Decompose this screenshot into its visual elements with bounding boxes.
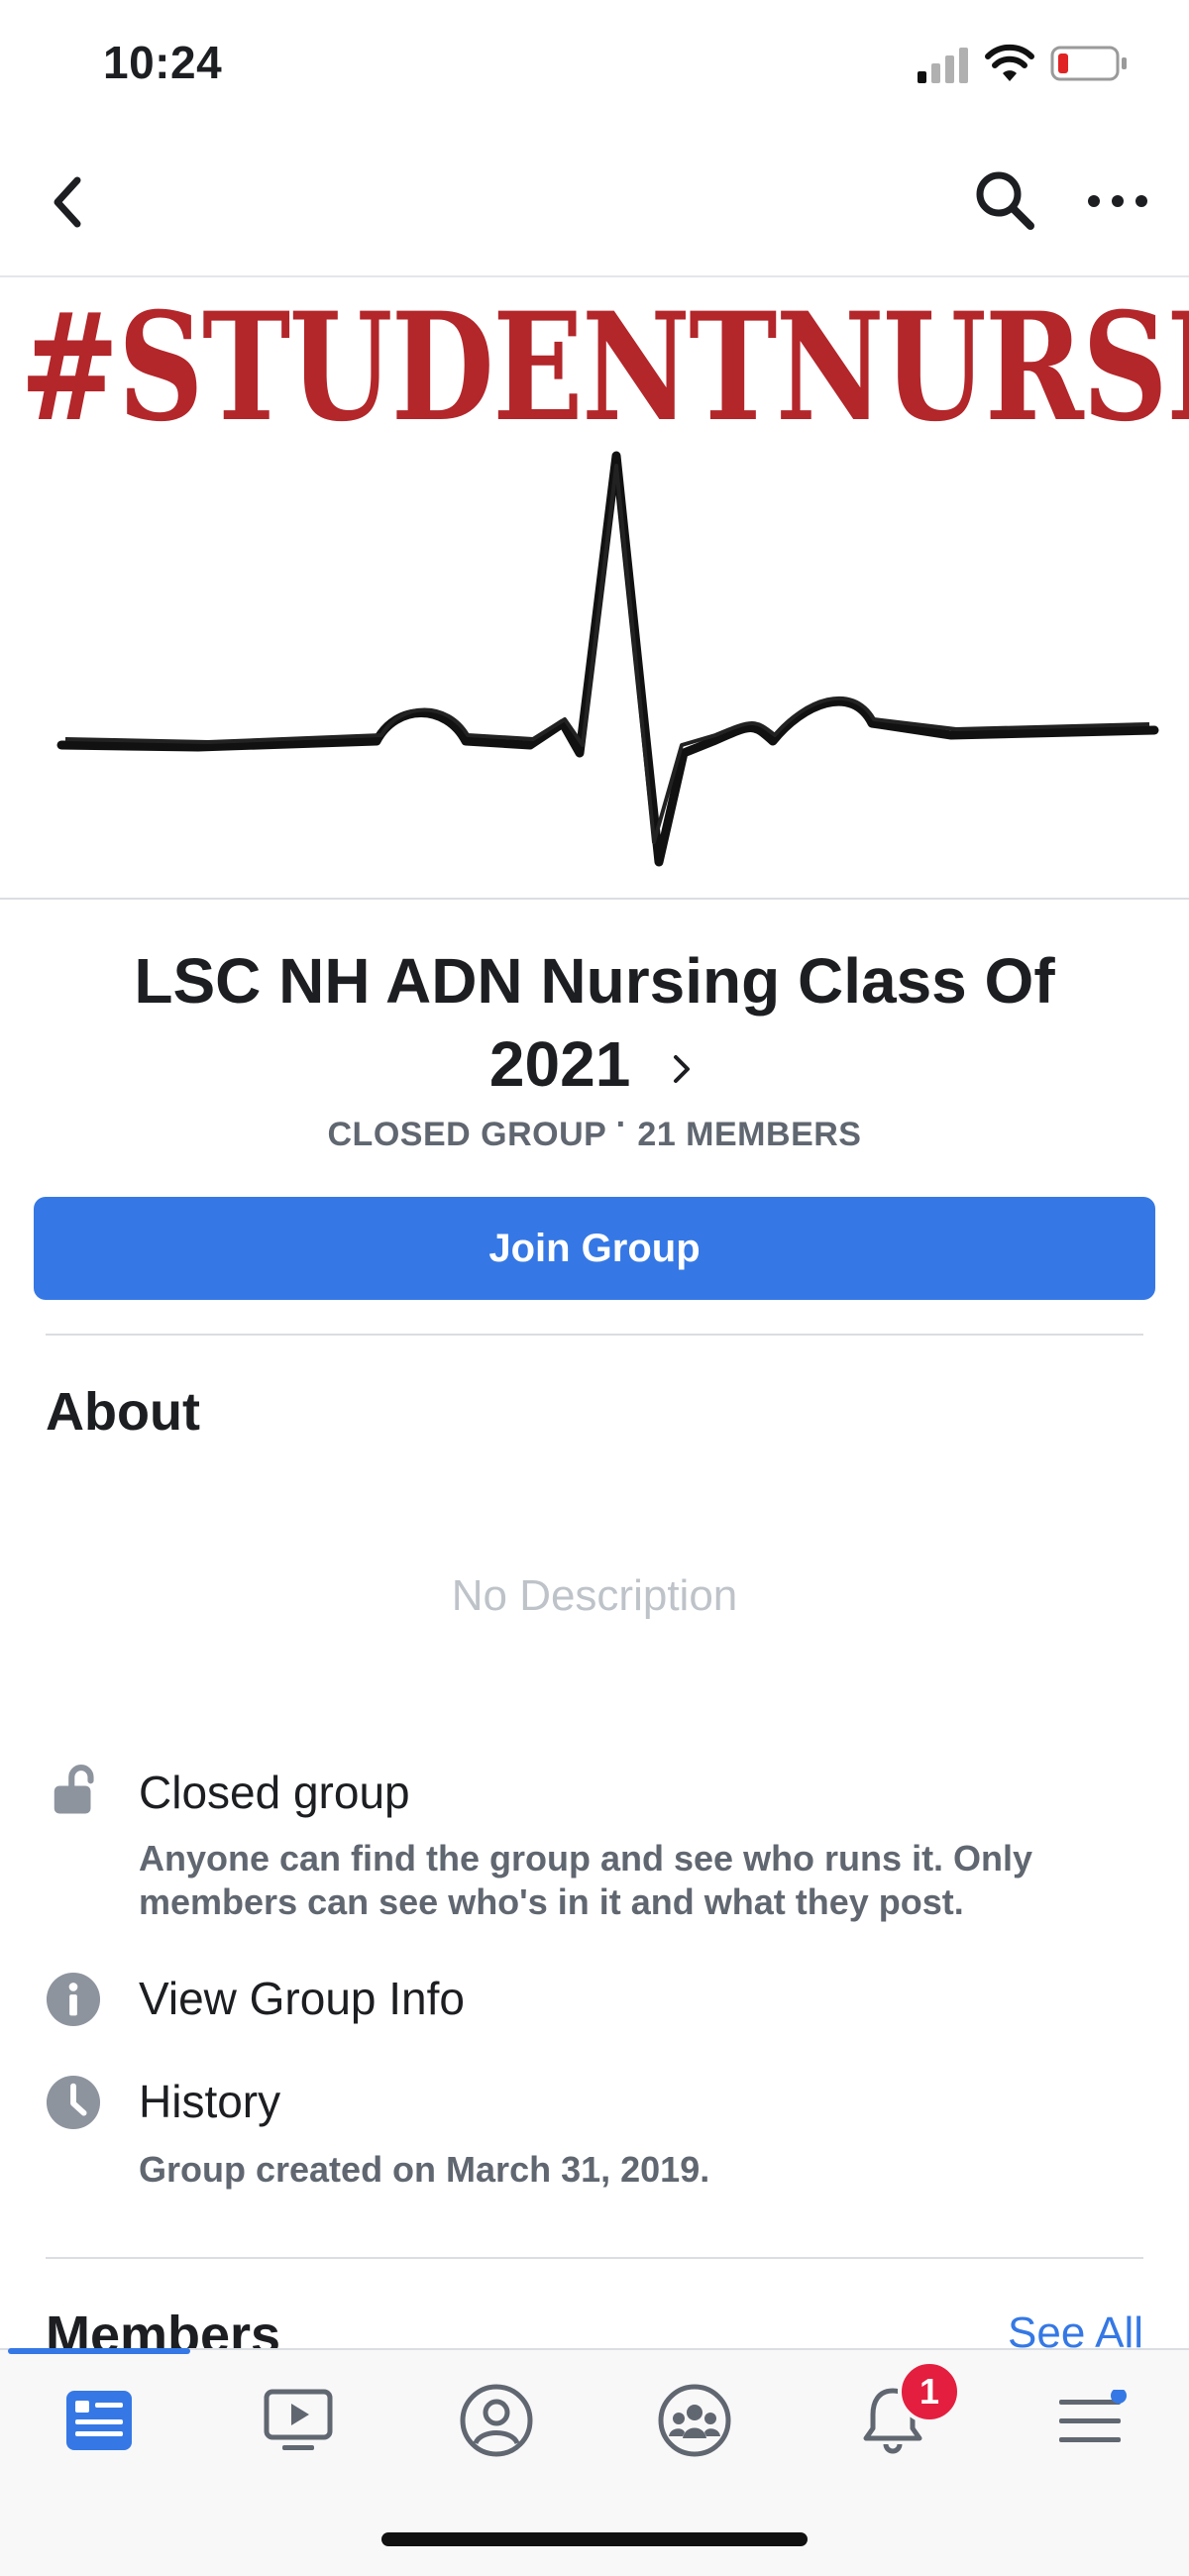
battery-icon <box>1050 46 1127 81</box>
search-icon[interactable] <box>973 168 1036 232</box>
heartbeat-line <box>56 451 1159 867</box>
profile-icon <box>460 2384 533 2457</box>
about-heading: About <box>46 1382 200 1442</box>
history-title: History <box>139 2076 281 2127</box>
closed-desc-line1: Anyone can find the group and see who ru… <box>139 1838 1033 1878</box>
chevron-right-icon <box>674 1055 691 1084</box>
tab-news-feed[interactable] <box>54 2376 144 2465</box>
no-description-text: No Description <box>451 1571 738 1620</box>
clock-icon <box>46 2075 101 2130</box>
divider <box>46 2257 1143 2259</box>
tab-watch[interactable] <box>254 2376 343 2465</box>
group-title-line2-wrap: 2021 <box>59 1022 1130 1106</box>
active-tab-indicator <box>8 2348 190 2354</box>
group-type: CLOSED GROUP <box>327 1116 606 1153</box>
history-description: Group created on March 31, 2019. <box>139 2149 710 2190</box>
group-title-line2: 2021 <box>488 1028 631 1100</box>
member-count: 21 MEMBERS <box>637 1116 862 1153</box>
cover-photo[interactable]: #STUDENTNURSE <box>0 277 1189 900</box>
news-feed-icon <box>66 2391 132 2450</box>
wifi-icon <box>985 44 1034 81</box>
divider <box>46 1334 1143 1336</box>
tab-groups[interactable] <box>650 2376 739 2465</box>
join-group-button[interactable]: Join Group <box>34 1197 1155 1300</box>
meta-separator: · <box>615 1106 628 1143</box>
more-options-icon[interactable] <box>1086 188 1149 214</box>
cellular-signal-icon <box>918 48 968 83</box>
back-chevron-icon[interactable] <box>50 174 85 230</box>
view-group-info-link[interactable]: View Group Info <box>139 1972 465 2025</box>
menu-icon <box>1059 2390 1127 2442</box>
video-play-icon <box>264 2389 333 2450</box>
status-time: 10:24 <box>103 37 223 88</box>
closed-group-description: Anyone can find the group and see who ru… <box>139 1837 1149 1924</box>
group-meta: CLOSED GROUP · 21 MEMBERS <box>0 1106 1189 1154</box>
tab-profile[interactable] <box>452 2376 541 2465</box>
group-title-line1: LSC NH ADN Nursing Class Of <box>134 945 1055 1017</box>
closed-desc-line2: members can see who's in it and what the… <box>139 1881 964 1922</box>
info-icon <box>46 1972 101 2027</box>
notification-badge: 1 <box>898 2360 961 2423</box>
tab-menu[interactable] <box>1046 2376 1135 2465</box>
groups-icon <box>658 2384 731 2457</box>
home-indicator <box>381 2532 808 2546</box>
closed-group-title: Closed group <box>139 1767 410 1818</box>
unlock-icon <box>54 1765 94 1814</box>
group-title[interactable]: LSC NH ADN Nursing Class Of 2021 <box>59 939 1130 1106</box>
